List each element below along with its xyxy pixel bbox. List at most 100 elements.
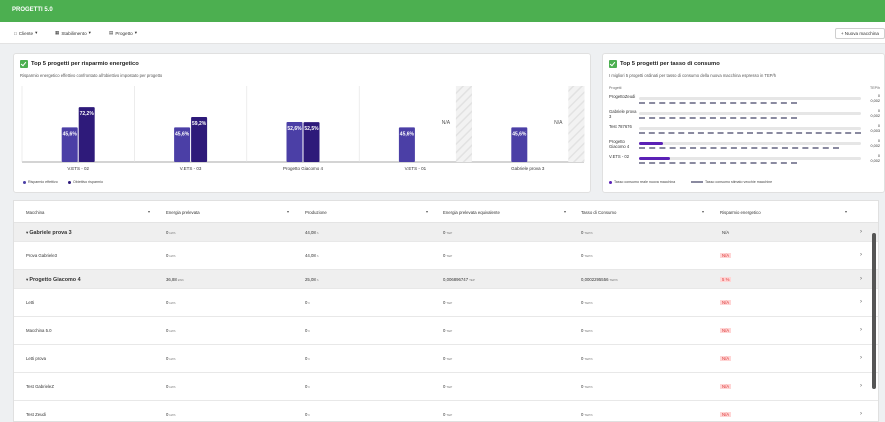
cell-unit: h <box>308 413 311 417</box>
legend-actual-label: Risparmio effettivo <box>28 180 58 184</box>
cell-name: Letti <box>26 300 34 305</box>
cell-energia: 0kWh <box>166 384 175 389</box>
estimated-rate-value: 0,003 <box>870 129 880 133</box>
cell-tasso: 0TEP/h <box>581 253 593 258</box>
chevron-down-icon[interactable]: ▾ <box>845 209 847 214</box>
scroll-thumb[interactable] <box>872 233 876 389</box>
chevron-right-icon[interactable]: › <box>860 327 862 333</box>
cell-risparmio: N/A <box>720 384 732 389</box>
chevron-down-icon[interactable]: ▾ <box>426 209 428 214</box>
cell-energia: 0kWh <box>166 412 175 417</box>
savings-badge: N/A <box>720 300 732 305</box>
cell-name: ▾ Gabriele prova 3 <box>26 230 72 236</box>
real-rate-bar <box>639 157 671 160</box>
estimated-rate-bar <box>639 162 797 164</box>
cell-unit: h <box>308 357 311 361</box>
header-produzione[interactable]: Produzione <box>305 210 327 215</box>
cell-name: Macchina 5.0 <box>26 328 52 333</box>
table-row[interactable]: Letti 0kWh 0h 0TEP 0TEP/h N/A › <box>14 289 878 317</box>
page-title: PROGETTI 5.0 <box>12 7 53 13</box>
cell-tasso: 0TEP/h <box>581 230 593 235</box>
cell-unit: TEP <box>446 329 453 333</box>
cell-unit: TEP <box>446 413 453 417</box>
table-row[interactable]: Prova Gabriele3 0kWh 44,08h 0TEP 0TEP/h N/A › <box>14 242 878 270</box>
factory-icon: ▦ <box>55 30 60 35</box>
bar-label-actual: 45,6% <box>512 131 527 137</box>
cell-unit: TEP/h <box>584 329 593 333</box>
real-rate-value: 0 <box>877 109 880 113</box>
savings-badge: N/A <box>720 328 732 333</box>
bar-label-actual: 52,6% <box>287 126 302 132</box>
real-rate-value: 0 <box>877 154 880 158</box>
table-group-row[interactable]: ▾ Progetto Giacomo 4 36,88kWh 25,08h 0,0068… <box>14 270 878 289</box>
estimated-rate-bar <box>639 117 797 119</box>
chevron-down-icon[interactable]: ▾ <box>702 209 704 214</box>
header-equivalente[interactable]: Energia prelevata equivalente <box>443 210 500 215</box>
cell-risparmio: N/A <box>720 230 731 235</box>
new-machine-button[interactable]: + Nuova macchina <box>834 28 885 39</box>
bar-label-na: N/A <box>554 120 563 126</box>
cell-unit: kWh <box>177 278 184 282</box>
chevron-right-icon[interactable]: › <box>860 299 862 305</box>
legend-dot <box>23 180 26 184</box>
x-tick-label: V.ETS - 03 <box>180 166 202 171</box>
cell-unit: TEP <box>446 385 453 389</box>
bar-label-na: N/A <box>442 120 451 126</box>
table-row[interactable]: Test GabrieleZ 0kWh 0h 0TEP 0TEP/h N/A › <box>14 373 878 401</box>
check-icon <box>20 60 28 68</box>
cell-unit: kWh <box>169 301 176 305</box>
cell-name: Test Zeudi <box>26 412 46 417</box>
cell-name: ▾ Progetto Giacomo 4 <box>26 277 81 283</box>
bar-label-actual: 45,6% <box>175 131 190 137</box>
header-tasso[interactable]: Tasso di Consumo <box>581 210 616 215</box>
cell-energia: 0kWh <box>166 300 175 305</box>
real-rate-track <box>639 142 861 145</box>
filter-toolbar: □ Cliente ▾ ▦ Stabilimento ▾ ▤ Progetto … <box>0 22 885 44</box>
filter-progetto[interactable]: ▤ Progetto ▾ <box>109 28 137 38</box>
cell-produzione: 0h <box>305 300 310 305</box>
real-rate-bar <box>639 142 664 145</box>
table-scrollbar[interactable] <box>872 223 876 419</box>
cell-value: 44,08 <box>305 230 316 235</box>
legend-target: Obiettivo risparmio <box>68 180 103 184</box>
cell-produzione: 44,08h <box>305 253 318 258</box>
filter-cliente[interactable]: □ Cliente ▾ <box>14 28 37 38</box>
savings-badge: N/A <box>720 356 732 361</box>
bar-label-actual: 45,6% <box>63 131 78 137</box>
header-macchina[interactable]: Macchina <box>26 210 44 215</box>
cell-equiv: 0TEP <box>443 328 452 333</box>
table-group-row[interactable]: ▾ Gabriele prova 3 0kWh 44,08h 0TEP 0TEP/h N/… <box>14 223 878 242</box>
check-icon <box>609 60 617 68</box>
filter-label: Stabilimento <box>61 30 87 36</box>
chevron-down-icon: ▾ <box>88 30 91 35</box>
chevron-down-icon[interactable]: ▾ <box>148 209 150 214</box>
chevron-right-icon[interactable]: › <box>860 355 862 361</box>
chevron-right-icon[interactable]: › <box>860 411 862 417</box>
header-risparmio[interactable]: Risparmio energetico <box>720 210 761 215</box>
cell-name: Test GabrieleZ <box>26 384 54 389</box>
chevron-down-icon: ▾ <box>35 30 38 35</box>
cell-equiv: 0TEP <box>443 230 452 235</box>
estimated-rate-value: 0,002 <box>870 144 880 148</box>
cell-unit: h <box>316 278 319 282</box>
chevron-right-icon[interactable]: › <box>860 252 862 258</box>
legend-old: Tasso consumo stimato vecchie macchine <box>691 180 772 184</box>
chevron-right-icon[interactable]: › <box>860 276 862 282</box>
cell-value: Letti <box>26 300 35 305</box>
legend-new: Tasso consumo reale nuova macchina <box>609 180 675 184</box>
table-row[interactable]: Macchina 5.0 0kWh 0h 0TEP 0TEP/h N/A › <box>14 317 878 345</box>
cell-unit: TEP/h <box>584 231 593 235</box>
project-name: Gabriele prova 3 <box>609 109 637 119</box>
chevron-down-icon[interactable]: ▾ <box>287 209 289 214</box>
savings-badge: N/A <box>722 230 730 235</box>
chevron-right-icon[interactable]: › <box>860 229 862 235</box>
table-row[interactable]: Letti prova 0kWh 0h 0TEP 0TEP/h N/A › <box>14 345 878 373</box>
cell-value: Macchina 5.0 <box>26 328 52 333</box>
table-row[interactable]: Test Zeudi 0kWh 0h 0TEP 0TEP/h N/A › <box>14 401 878 421</box>
header-energia[interactable]: Energia prelevata <box>166 210 200 215</box>
estimated-rate-bar <box>639 147 839 149</box>
filter-stabilimento[interactable]: ▦ Stabilimento ▾ <box>55 28 91 38</box>
chevron-down-icon[interactable]: ▾ <box>564 209 566 214</box>
chevron-right-icon[interactable]: › <box>860 383 862 389</box>
cell-energia: 0kWh <box>166 253 175 258</box>
